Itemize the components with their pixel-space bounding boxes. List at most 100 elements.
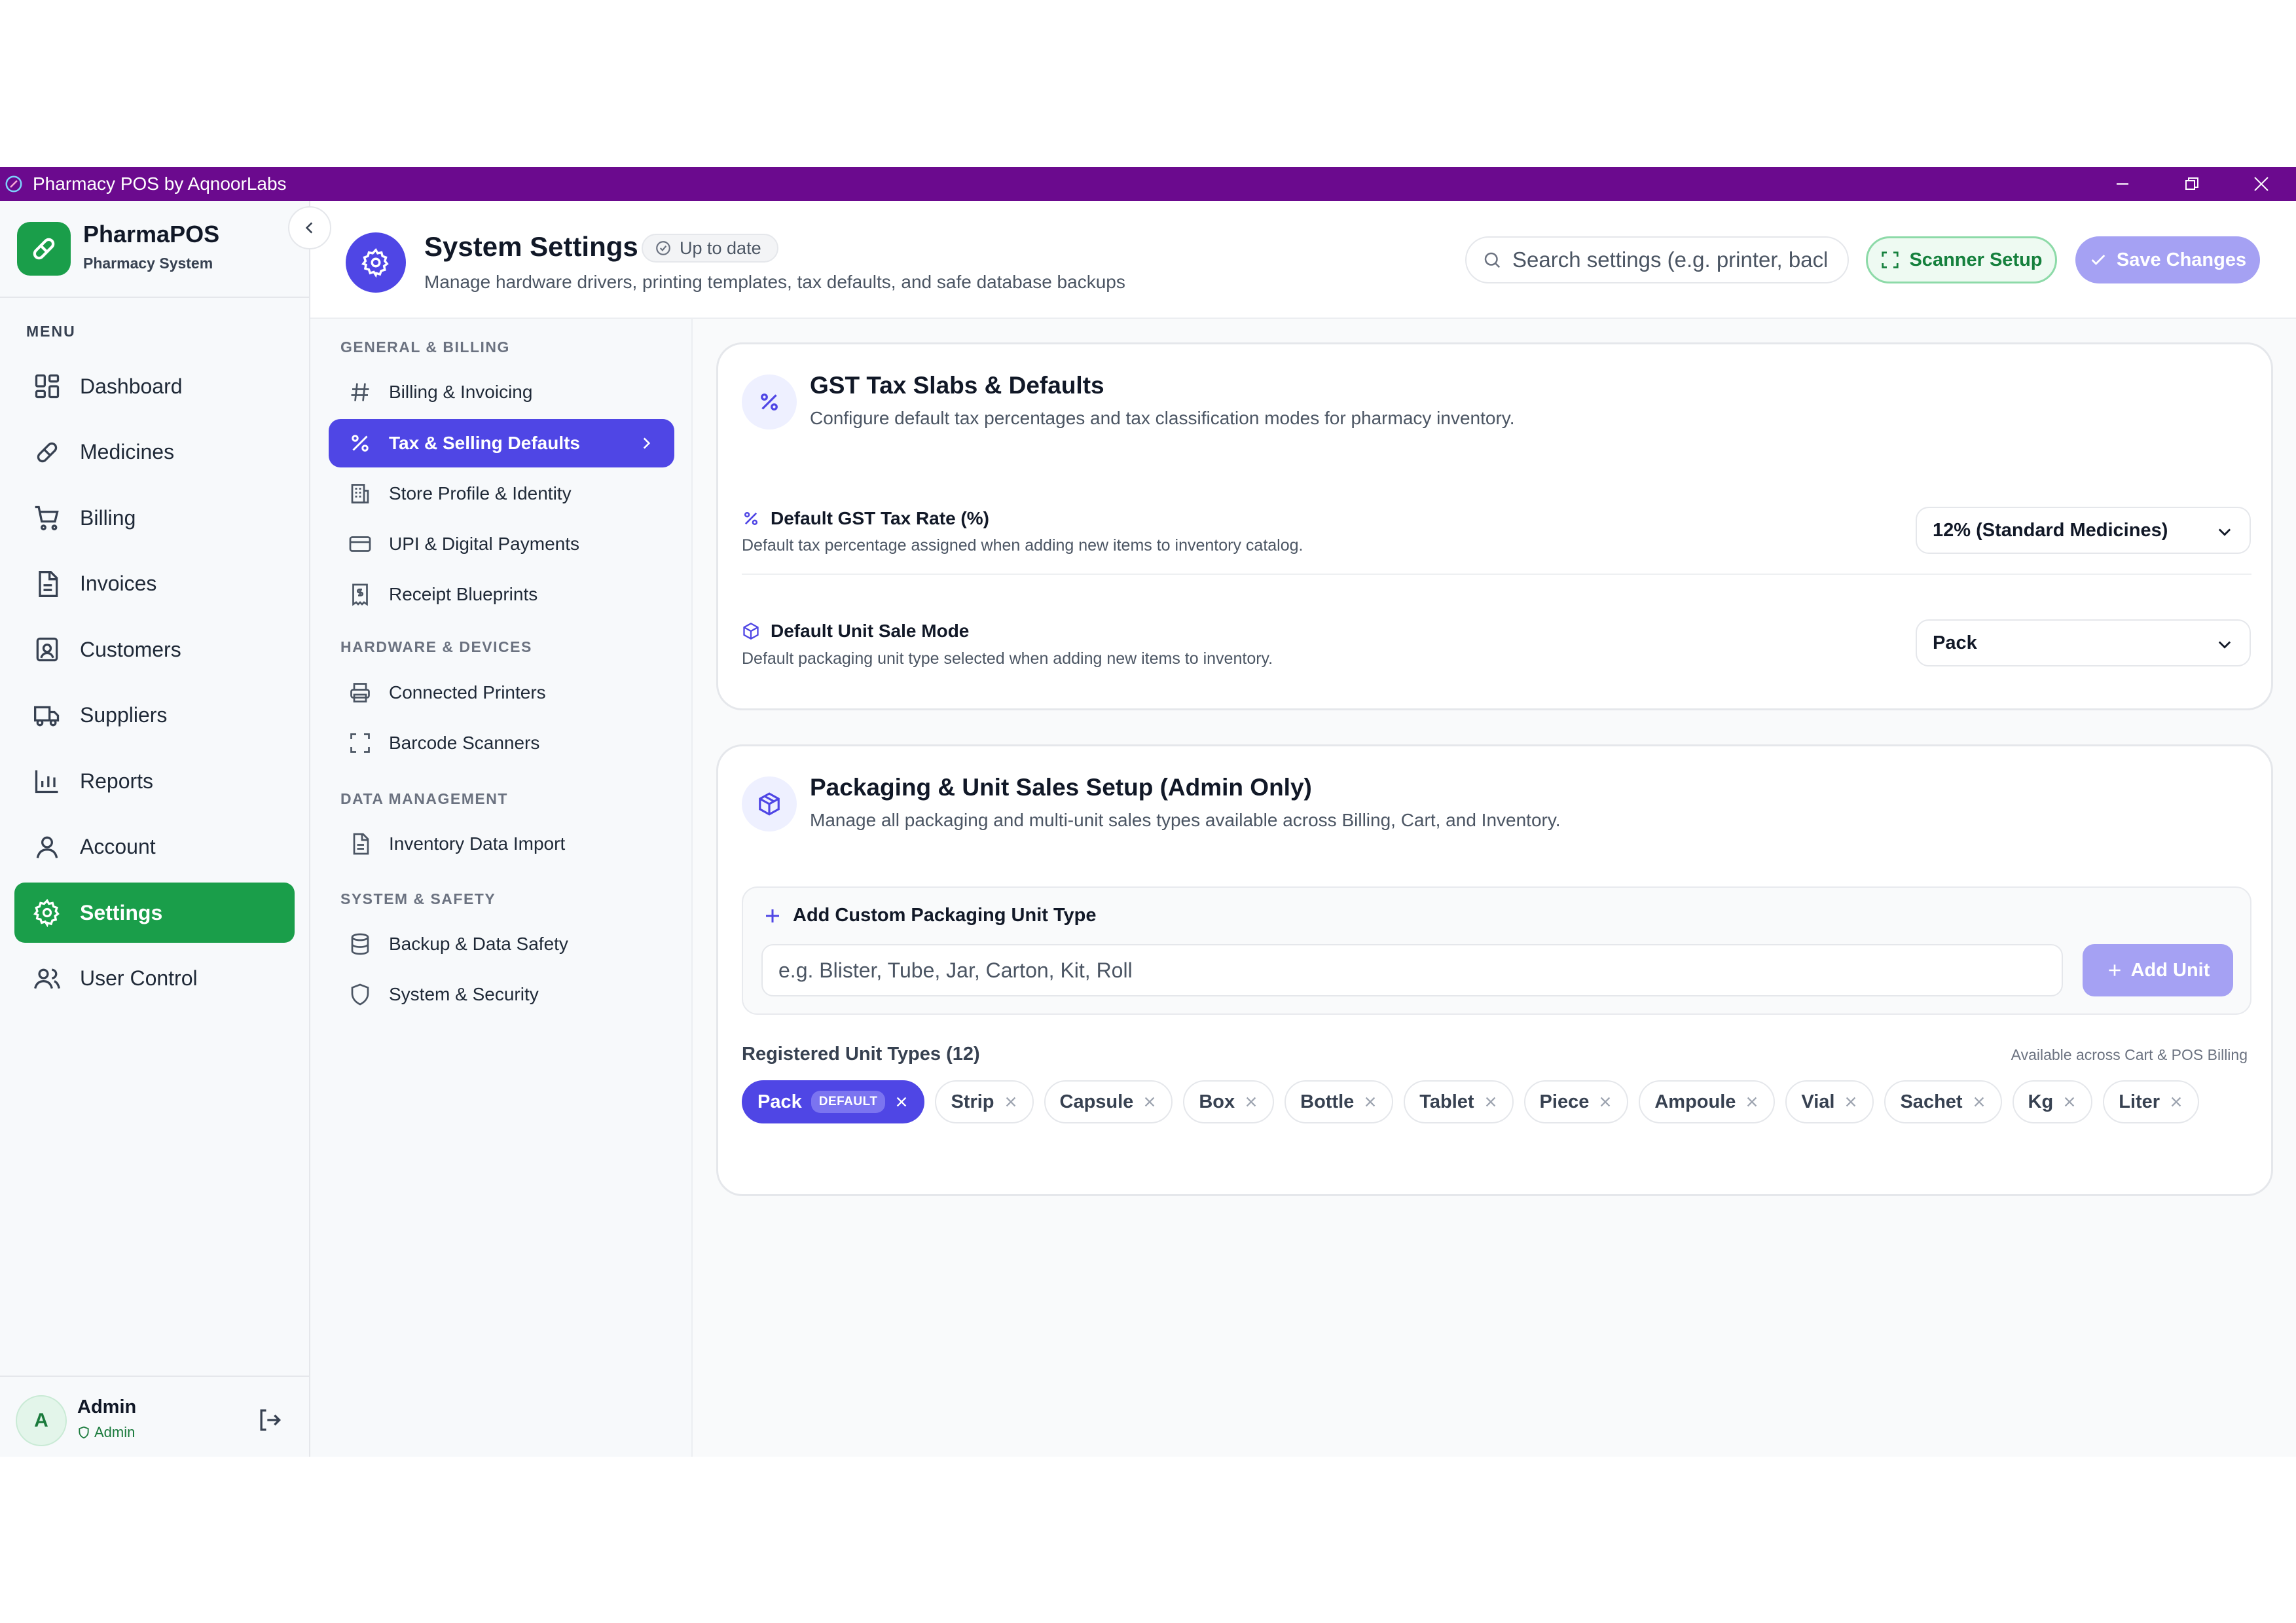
scan-icon (350, 733, 370, 753)
logout-icon[interactable] (255, 1406, 284, 1434)
section-title: HARDWARE & DEVICES (340, 638, 532, 655)
settings-item-store-profile[interactable]: Store Profile & Identity (329, 469, 674, 518)
contact-card-icon (36, 637, 58, 662)
search-icon (1484, 252, 1501, 268)
unit-chip-liter[interactable]: Liter (2103, 1080, 2200, 1123)
unit-sale-mode-select[interactable]: Pack (1916, 619, 2251, 666)
gst-rate-select[interactable]: 12% (Standard Medicines) (1916, 507, 2251, 554)
package-icon (743, 622, 759, 640)
remove-icon[interactable] (1363, 1095, 1377, 1109)
unit-chip-box[interactable]: Box (1183, 1080, 1275, 1123)
dashboard-icon (35, 374, 60, 399)
scanner-setup-button[interactable]: Scanner Setup (1866, 236, 2057, 283)
settings-item-tax-selling-defaults[interactable]: Tax & Selling Defaults (329, 419, 674, 467)
percent-icon (352, 435, 369, 452)
settings-item-inventory-data-import[interactable]: Inventory Data Import (329, 820, 674, 868)
close-button[interactable] (2227, 167, 2296, 201)
add-unit-input[interactable] (778, 958, 2062, 983)
collapse-sidebar-button[interactable] (288, 206, 331, 249)
save-changes-button[interactable]: Save Changes (2075, 236, 2260, 283)
settings-item-receipt-blueprints[interactable]: Receipt Blueprints (329, 570, 674, 619)
unit-chip-capsule[interactable]: Capsule (1044, 1080, 1173, 1123)
remove-icon[interactable] (2169, 1095, 2183, 1109)
unit-chip-label: Strip (951, 1091, 994, 1112)
sidebar-item-medicines[interactable]: Medicines (14, 422, 295, 483)
user-icon (36, 836, 58, 858)
sidebar-item-invoices[interactable]: Invoices (14, 554, 295, 614)
add-unit-label: Add Custom Packaging Unit Type (763, 905, 1097, 926)
packaging-units-card: Packaging & Unit Sales Setup (Admin Only… (716, 744, 2273, 1196)
bar-chart-icon (35, 770, 58, 793)
unit-chip-sachet[interactable]: Sachet (1884, 1080, 2002, 1123)
remove-icon[interactable] (1142, 1095, 1157, 1109)
unit-chip-vial[interactable]: Vial (1785, 1080, 1874, 1123)
sidebar-item-settings[interactable]: Settings (14, 883, 295, 943)
user-name: Admin (77, 1396, 137, 1417)
settings-item-backup-data-safety[interactable]: Backup & Data Safety (329, 920, 674, 968)
remove-icon[interactable] (1844, 1095, 1858, 1109)
sidebar-item-dashboard[interactable]: Dashboard (14, 356, 295, 416)
header-icon (346, 232, 406, 293)
settings-item-billing-invoicing[interactable]: Billing & Invoicing (329, 368, 674, 416)
add-unit-button[interactable]: Add Unit (2083, 944, 2233, 996)
settings-nav: GENERAL & BILLING Billing & Invoicing Ta… (310, 319, 693, 1457)
unit-chip-pack[interactable]: Pack DEFAULT (742, 1080, 925, 1123)
unit-chip-kg[interactable]: Kg (2012, 1080, 2093, 1123)
printer-icon (350, 683, 370, 702)
sidebar-item-suppliers[interactable]: Suppliers (14, 685, 295, 746)
sidebar-item-reports[interactable]: Reports (14, 751, 295, 811)
unit-chip-label: Pack (757, 1091, 802, 1112)
restore-button[interactable] (2157, 167, 2227, 201)
setting-label: Default Unit Sale Mode (742, 621, 969, 642)
database-icon (351, 933, 369, 955)
save-changes-label: Save Changes (2116, 249, 2247, 270)
remove-icon[interactable] (1598, 1095, 1613, 1109)
credit-card-icon (349, 536, 371, 552)
sidebar-item-label: Settings (80, 900, 163, 924)
remove-icon[interactable] (1004, 1095, 1018, 1109)
remove-icon[interactable] (1244, 1095, 1258, 1109)
unit-chip-label: Bottle (1300, 1091, 1355, 1112)
brand-name: PharmaPOS (83, 221, 220, 247)
window-title: Pharmacy POS by AqnoorLabs (33, 173, 287, 194)
settings-item-label: Connected Printers (389, 682, 546, 702)
remove-icon[interactable] (1972, 1095, 1986, 1109)
sidebar-item-label: Account (80, 835, 156, 858)
user-profile: A Admin Admin (0, 1376, 309, 1457)
chevron-left-icon (305, 222, 313, 234)
check-icon (2091, 255, 2105, 265)
unit-chip-tablet[interactable]: Tablet (1404, 1080, 1514, 1123)
sidebar-item-account[interactable]: Account (14, 817, 295, 877)
remove-icon[interactable] (1745, 1095, 1759, 1109)
remove-icon[interactable] (1484, 1095, 1498, 1109)
settings-item-system-security[interactable]: System & Security (329, 970, 674, 1019)
check-circle-icon (656, 241, 670, 255)
settings-item-connected-printers[interactable]: Connected Printers (329, 668, 674, 717)
sidebar-item-customers[interactable]: Customers (14, 619, 295, 680)
settings-item-label: Billing & Invoicing (389, 382, 533, 402)
unit-chip-strip[interactable]: Strip (935, 1080, 1034, 1123)
gear-icon (361, 247, 389, 278)
sidebar-item-label: Invoices (80, 572, 157, 595)
setting-label-text: Default GST Tax Rate (%) (771, 508, 989, 528)
page-title: System Settings (424, 231, 638, 262)
unit-chip-bottle[interactable]: Bottle (1285, 1080, 1394, 1123)
remove-icon[interactable] (894, 1095, 909, 1109)
add-unit-label-text: Add Custom Packaging Unit Type (793, 905, 1097, 926)
remove-icon[interactable] (2062, 1095, 2077, 1109)
sidebar-item-billing[interactable]: Billing (14, 488, 295, 548)
unit-chip-ampoule[interactable]: Ampoule (1639, 1080, 1776, 1123)
title-bar: Pharmacy POS by AqnoorLabs (0, 167, 2296, 201)
settings-item-barcode-scanners[interactable]: Barcode Scanners (329, 719, 674, 767)
sidebar-nav: Dashboard Medicines Billing Invoices Cus… (14, 356, 295, 1014)
shield-icon (351, 983, 369, 1006)
sidebar-item-user-control[interactable]: User Control (14, 949, 295, 1009)
card-subtitle: Configure default tax percentages and ta… (810, 408, 1515, 428)
search-input[interactable] (1512, 247, 1827, 272)
settings-item-upi-digital-payments[interactable]: UPI & Digital Payments (329, 520, 674, 568)
chevron-down-icon (2218, 528, 2231, 536)
minimize-button[interactable] (2088, 167, 2157, 201)
sidebar-item-label: User Control (80, 966, 198, 990)
select-value: 12% (Standard Medicines) (1933, 519, 2168, 541)
unit-chip-piece[interactable]: Piece (1523, 1080, 1629, 1123)
